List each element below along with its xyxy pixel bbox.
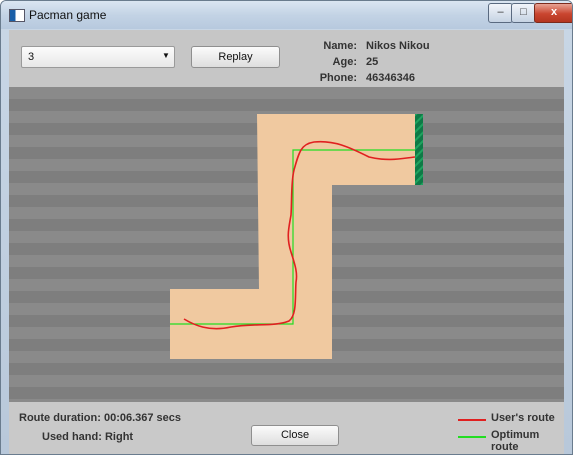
route-duration-label: Route duration: — [19, 412, 101, 424]
legend-optimum-route: Optimum route — [491, 429, 540, 453]
age-label: Age: — [332, 56, 357, 68]
route-duration: Route duration: 00:06.367 secs — [19, 412, 181, 424]
status-bar: Route duration: 00:06.367 secs Used hand… — [9, 402, 564, 454]
used-hand-label: Used hand: — [42, 431, 102, 443]
level-select[interactable]: 3 ▼ — [21, 46, 175, 68]
player-info-labels: Name: Age: Phone: — [279, 38, 357, 86]
player-phone: 46346346 — [366, 72, 415, 84]
used-hand-value: Right — [104, 431, 134, 443]
used-hand: Used hand: Right — [42, 431, 133, 443]
goal-zone — [415, 114, 423, 185]
phone-label: Phone: — [319, 72, 357, 84]
maximize-button[interactable]: □ — [511, 3, 536, 23]
name-label: Name: — [323, 40, 357, 52]
route-canvas — [170, 114, 423, 359]
close-button[interactable]: Close — [251, 425, 339, 446]
minimize-button[interactable]: – — [488, 3, 513, 23]
client-area: 3 ▼ Replay Name: Age: Phone: Nikos Nikou… — [9, 30, 564, 454]
toolbar: 3 ▼ Replay Name: Age: Phone: Nikos Nikou… — [9, 30, 564, 87]
replay-button[interactable]: Replay — [191, 46, 280, 68]
close-window-button[interactable]: x — [534, 3, 572, 23]
app-icon — [9, 9, 25, 22]
window-title: Pacman game — [29, 8, 107, 22]
player-name: Nikos Nikou — [366, 40, 430, 52]
player-info-values: Nikos Nikou 25 46346346 — [366, 38, 506, 86]
app-window: Pacman game – □ x 3 ▼ Replay Name: Age: … — [0, 0, 573, 455]
game-board — [9, 87, 564, 402]
title-bar[interactable]: Pacman game – □ x — [1, 1, 572, 29]
route-duration-value: 00:06.367 secs — [103, 412, 182, 424]
legend-user-route-line — [458, 419, 486, 421]
level-select-value: 3 — [28, 51, 35, 63]
player-age: 25 — [366, 56, 379, 68]
legend-optimum-route-line — [458, 436, 486, 438]
chevron-down-icon[interactable]: ▼ — [162, 51, 170, 60]
legend-user-route: User's route — [491, 412, 555, 424]
